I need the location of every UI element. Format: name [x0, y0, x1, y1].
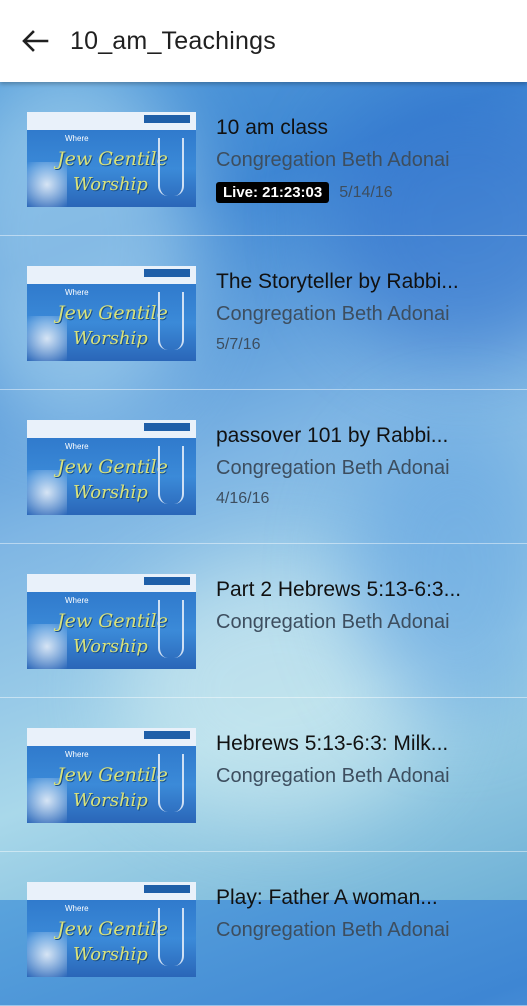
thumbnail-line1: Jew Gentile: [57, 610, 168, 632]
video-owner: Congregation Beth Adonai: [216, 303, 450, 325]
thumbnail-where: Where: [65, 904, 89, 913]
arrow-left-icon: [22, 30, 49, 52]
thumbnail-where: Where: [65, 134, 89, 143]
thumbnail-line1: Jew Gentile: [57, 918, 168, 940]
list-item[interactable]: Where Jew Gentile Worship Play: Father A…: [0, 852, 527, 1006]
video-title: Part 2 Hebrews 5:13-6:3...: [216, 578, 462, 601]
thumbnail-where: Where: [65, 750, 89, 759]
menorah-icon: [158, 600, 184, 658]
list-item[interactable]: Where Jew Gentile Worship Part 2 Hebrews…: [0, 544, 527, 698]
list-item[interactable]: Where Jew Gentile Worship The Storytelle…: [0, 236, 527, 390]
thumbnail-line1: Jew Gentile: [57, 148, 168, 170]
thumbnail-line1: Jew Gentile: [57, 764, 168, 786]
list-item[interactable]: Where Jew Gentile Worship 10 am class Co…: [0, 82, 527, 236]
thumbnail-line2: Worship: [73, 636, 148, 657]
video-thumbnail: Where Jew Gentile Worship: [27, 266, 196, 361]
video-thumbnail: Where Jew Gentile Worship: [27, 112, 196, 207]
menorah-icon: [158, 138, 184, 196]
menorah-icon: [158, 908, 184, 966]
thumbnail-line1: Jew Gentile: [57, 456, 168, 478]
thumbnail-line2: Worship: [73, 944, 148, 965]
list-item[interactable]: Where Jew Gentile Worship passover 101 b…: [0, 390, 527, 544]
menorah-icon: [158, 446, 184, 504]
thumbnail-line1: Jew Gentile: [57, 302, 168, 324]
video-owner: Congregation Beth Adonai: [216, 765, 450, 787]
back-button[interactable]: [0, 0, 70, 82]
video-thumbnail: Where Jew Gentile Worship: [27, 882, 196, 977]
video-title: 10 am class: [216, 116, 329, 139]
video-title: The Storyteller by Rabbi...: [216, 270, 459, 293]
video-title: Play: Father A woman...: [216, 886, 438, 909]
app-bar: 10_am_Teachings: [0, 0, 527, 82]
thumbnail-where: Where: [65, 442, 89, 451]
thumbnail-line2: Worship: [73, 482, 148, 503]
video-owner: Congregation Beth Adonai: [216, 457, 450, 479]
list-item[interactable]: Where Jew Gentile Worship Hebrews 5:13-6…: [0, 698, 527, 852]
thumbnail-where: Where: [65, 596, 89, 605]
video-thumbnail: Where Jew Gentile Worship: [27, 574, 196, 669]
video-title: passover 101 by Rabbi...: [216, 424, 449, 447]
live-badge: Live: 21:23:03: [216, 182, 330, 203]
menorah-icon: [158, 292, 184, 350]
page-title: 10_am_Teachings: [70, 26, 276, 55]
thumbnail-line2: Worship: [73, 790, 148, 811]
video-title: Hebrews 5:13-6:3: Milk...: [216, 732, 449, 755]
menorah-icon: [158, 754, 184, 812]
video-list: Where Jew Gentile Worship 10 am class Co…: [0, 82, 527, 1006]
video-thumbnail: Where Jew Gentile Worship: [27, 728, 196, 823]
thumbnail-line2: Worship: [73, 174, 148, 195]
thumbnail-line2: Worship: [73, 328, 148, 349]
video-date: 5/14/16: [339, 183, 393, 201]
video-thumbnail: Where Jew Gentile Worship: [27, 420, 196, 515]
video-owner: Congregation Beth Adonai: [216, 919, 450, 941]
video-owner: Congregation Beth Adonai: [216, 149, 450, 171]
thumbnail-where: Where: [65, 288, 89, 297]
video-date: 4/16/16: [216, 490, 270, 507]
video-date: 5/7/16: [216, 336, 261, 353]
video-owner: Congregation Beth Adonai: [216, 611, 450, 633]
